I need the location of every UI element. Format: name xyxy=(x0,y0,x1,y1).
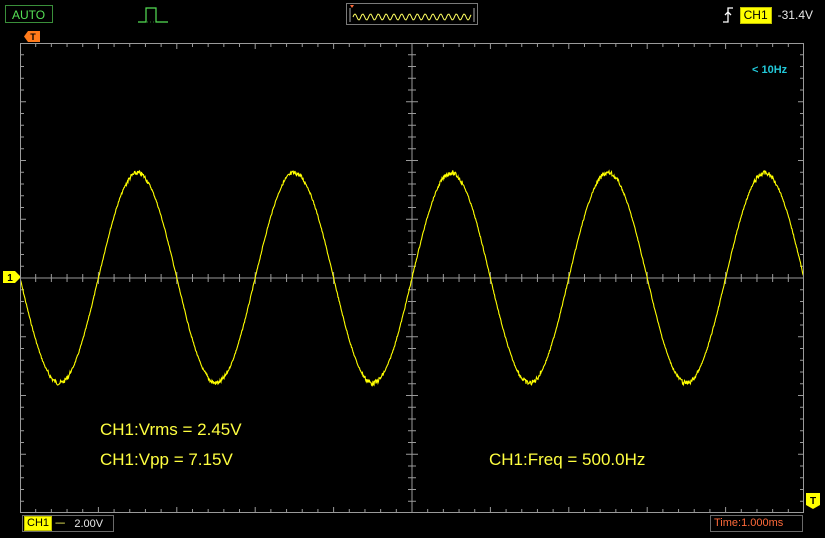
svg-text:T: T xyxy=(30,32,36,42)
bottom-status-bar: CH1 ---- 2.00V Time:1.000ms xyxy=(0,513,825,538)
svg-text:1: 1 xyxy=(7,273,13,283)
frequency-warning-note: < 10Hz xyxy=(752,64,788,76)
acquisition-mode-label[interactable]: AUTO xyxy=(5,5,53,23)
measurement-vpp: CH1:Vpp = 7.15V xyxy=(100,450,233,469)
trigger-info[interactable]: CH1 -31.4V xyxy=(722,6,813,24)
volts-per-div: 2.00V xyxy=(74,517,104,530)
trigger-position-marker[interactable]: T xyxy=(24,31,40,42)
measurement-freq: CH1:Freq = 500.0Hz xyxy=(489,450,646,469)
channel-scale-box[interactable]: CH1 ---- 2.00V xyxy=(22,515,114,532)
memory-overview-icon[interactable] xyxy=(346,3,478,25)
time-per-div[interactable]: Time:1.000ms xyxy=(710,515,803,532)
dc-coupling-icon: ---- xyxy=(55,518,65,529)
measurement-vrms: CH1:Vrms = 2.45V xyxy=(100,420,242,439)
svg-text:T: T xyxy=(810,496,816,507)
rising-edge-icon xyxy=(722,7,733,23)
trigger-level-marker[interactable]: T xyxy=(806,493,820,509)
trigger-pulse-icon[interactable] xyxy=(138,4,170,24)
channel-badge: CH1 xyxy=(24,516,53,531)
top-status-bar: AUTO CH1 -31.4V xyxy=(0,0,825,30)
screen-frame xyxy=(20,43,804,513)
trigger-channel-badge: CH1 xyxy=(739,6,772,24)
trigger-level-value: -31.4V xyxy=(777,8,813,22)
channel-ground-marker[interactable]: 1 xyxy=(3,271,21,283)
